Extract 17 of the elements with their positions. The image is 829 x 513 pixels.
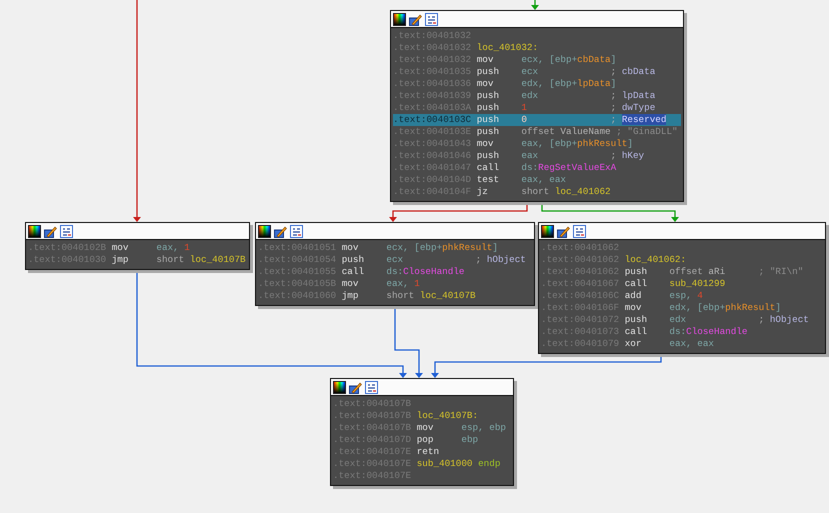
color-palette-icon[interactable]	[541, 224, 554, 238]
pencil-icon[interactable]	[274, 224, 287, 238]
color-palette-icon[interactable]	[393, 12, 406, 26]
color-palette-icon[interactable]	[258, 224, 271, 238]
list-icon[interactable]	[290, 224, 303, 238]
color-palette-icon[interactable]	[28, 224, 41, 238]
list-icon[interactable]	[60, 224, 73, 238]
code-block[interactable]	[390, 10, 684, 202]
code-block[interactable]	[538, 222, 826, 354]
pencil-icon[interactable]	[409, 12, 422, 26]
color-palette-icon[interactable]	[333, 380, 346, 394]
pencil-icon[interactable]	[557, 224, 570, 238]
list-icon[interactable]	[365, 380, 378, 394]
list-icon[interactable]	[573, 224, 586, 238]
list-icon[interactable]	[425, 12, 438, 26]
pencil-icon[interactable]	[349, 380, 362, 394]
pencil-icon[interactable]	[44, 224, 57, 238]
